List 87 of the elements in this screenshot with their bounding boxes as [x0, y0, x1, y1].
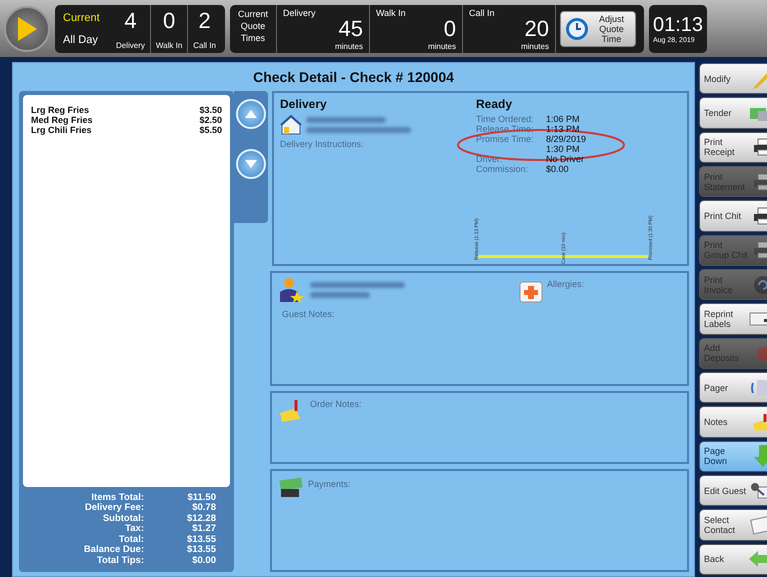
side-menu-button[interactable]: Modify [699, 63, 767, 94]
total-value: $0.00 [191, 556, 216, 566]
side-menu-button[interactable]: Notes [699, 406, 767, 438]
minutes-unit: minutes [520, 42, 549, 50]
payments-label: Payments: [308, 478, 351, 491]
detail-label: Commission: [476, 164, 530, 174]
total-label: Total: [118, 534, 144, 545]
down-arrow-icon [753, 444, 767, 468]
side-menu-button[interactable]: Select Contact [699, 509, 767, 541]
side-menu-button[interactable]: Print Chit [699, 200, 767, 232]
detail-value: 1:06 PM [546, 114, 581, 124]
item-name[interactable]: Lrg Reg Fries [31, 105, 90, 115]
delivery-instructions-label: Delivery Instructions: [280, 139, 365, 149]
side-menu-button[interactable]: Pager [699, 372, 767, 404]
scroll-up-button[interactable] [236, 99, 266, 129]
key-card-icon [748, 480, 767, 501]
house-icon [280, 114, 302, 136]
check-detail-title: Check Detail - Check # 120004 [252, 68, 455, 87]
cash-icon [278, 477, 304, 499]
item-price: $3.50 [199, 105, 222, 115]
period-value: All Day [63, 34, 99, 46]
total-label: Items Total: [90, 492, 144, 503]
quote-minutes: 45 [338, 16, 363, 42]
back-arrow-icon [748, 550, 767, 568]
count-value: 4 [123, 8, 138, 34]
play-button[interactable] [4, 6, 50, 52]
clock-icon [564, 16, 589, 40]
minutes-unit: minutes [334, 42, 363, 50]
side-menu-button[interactable]: Print Receipt [699, 132, 767, 163]
total-value: $11.50 [186, 492, 216, 503]
period-label: Current [63, 12, 101, 24]
count-label: Delivery [116, 40, 145, 50]
side-menu-button[interactable]: Edit Guest [699, 474, 767, 506]
count-label: Walk In [156, 40, 182, 50]
detail-label: Promise Time: [476, 134, 546, 154]
total-label: Delivery Fee: [84, 503, 144, 514]
total-label: Subtotal: [102, 514, 144, 524]
total-value: $12.28 [186, 514, 216, 524]
blurred-phone [310, 292, 370, 298]
delivery-status: Ready [476, 97, 514, 111]
person-star-icon [278, 277, 304, 303]
detail-label: Time Ordered: [476, 114, 535, 124]
total-value: $0.78 [191, 503, 216, 514]
guest-notes-label: Guest Notes: [281, 309, 336, 319]
play-icon [16, 16, 38, 42]
adjust-quote-time-button[interactable]: Adjust Quote Time [560, 10, 636, 46]
item-name[interactable]: Lrg Chili Fries [31, 125, 92, 135]
minutes-unit: minutes [428, 42, 456, 50]
scroll-down-button[interactable] [236, 149, 266, 179]
round-arrow-icon [753, 274, 767, 295]
printer-icon [753, 172, 767, 191]
quote-minutes: 0 [444, 16, 456, 42]
total-label: Tax: [124, 524, 144, 534]
delivery-heading: Delivery [280, 97, 328, 111]
label-sheet-icon [749, 310, 767, 327]
count-label: Call In [193, 40, 216, 50]
quote-type: Delivery [282, 6, 316, 20]
side-menu-button[interactable]: Tender [699, 97, 767, 129]
quote-type: Walk In [376, 6, 406, 20]
quote-minutes: 20 [524, 16, 549, 42]
count-value: 0 [162, 8, 176, 34]
side-menu-button[interactable]: Reprint Labels [699, 303, 767, 335]
down-triangle-icon [245, 160, 257, 168]
item-price: $2.50 [199, 115, 222, 125]
total-value: $13.55 [186, 534, 216, 545]
count-value: 2 [198, 8, 212, 34]
printer-icon [753, 206, 767, 225]
printer-icon [753, 241, 767, 260]
side-menu-button[interactable]: Back [699, 544, 767, 575]
printer-icon [753, 138, 767, 156]
detail-value: $0.00 [546, 164, 570, 174]
allergies-label: Allergies: [547, 278, 584, 289]
detail-value: 8/29/2019 1:30 PM [546, 134, 586, 154]
clock-time: 01:13 [652, 14, 704, 36]
total-label: Balance Due: [82, 545, 144, 556]
contact-card-icon [749, 514, 767, 535]
quote-times-label: Current Quote Times [236, 8, 269, 44]
up-triangle-icon [245, 110, 257, 118]
note-pin-icon [751, 412, 767, 432]
item-price: $5.50 [199, 125, 222, 135]
side-menu-button[interactable]: Page Down [699, 440, 767, 472]
order-notes-label: Order Notes: [310, 399, 362, 411]
total-label: Total Tips: [96, 556, 144, 566]
total-value: $13.55 [186, 545, 216, 556]
total-value: $1.27 [191, 524, 216, 534]
item-name[interactable]: Med Reg Fries [31, 115, 93, 125]
quote-type: Call In [468, 6, 494, 20]
